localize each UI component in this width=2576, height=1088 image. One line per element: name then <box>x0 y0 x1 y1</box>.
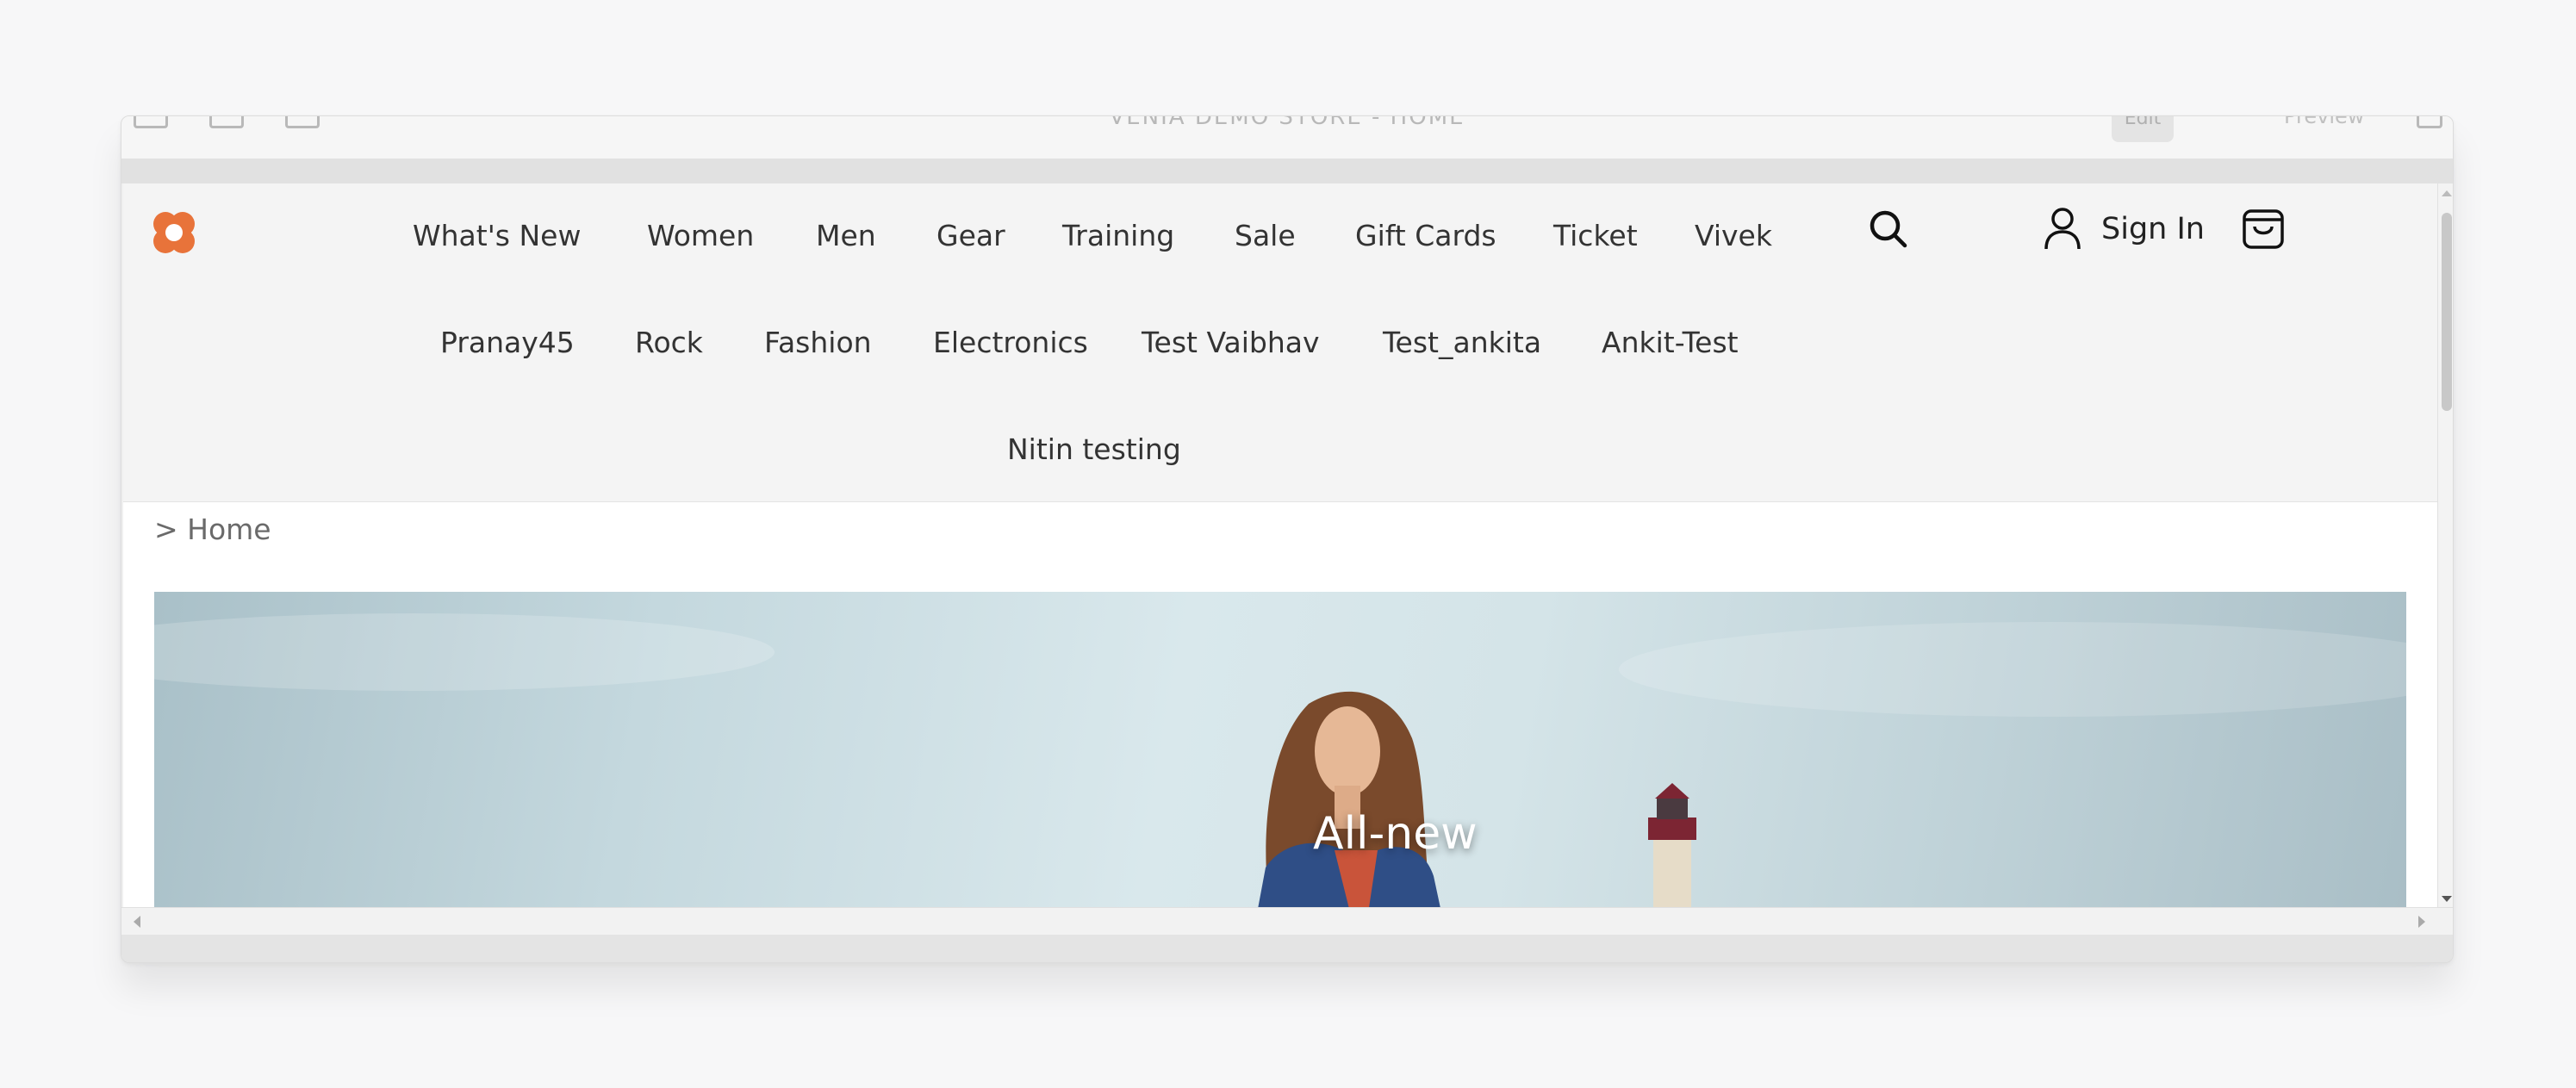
hero-banner[interactable]: All-new <box>154 592 2406 907</box>
store-logo-icon[interactable] <box>151 209 197 256</box>
vertical-scrollbar[interactable] <box>2437 183 2453 907</box>
settings-icon[interactable] <box>2417 116 2442 128</box>
edit-button[interactable]: Edit <box>2112 116 2174 142</box>
breadcrumb[interactable]: > Home <box>154 515 271 544</box>
preview-button[interactable]: Preview <box>2284 116 2364 128</box>
page-title: VENIA DEMO STORE - HOME <box>1109 115 1465 130</box>
scroll-down-icon[interactable] <box>2442 896 2452 902</box>
editor-toolbar: VENIA DEMO STORE - HOME Edit Preview <box>121 116 2453 159</box>
nav-item-sale[interactable]: Sale <box>1235 221 1296 250</box>
search-icon[interactable] <box>1867 208 1910 251</box>
nav-item-test-ankita[interactable]: Test_ankita <box>1383 328 1541 357</box>
nav-item-men[interactable]: Men <box>816 221 876 250</box>
nav-item-test-vaibhav[interactable]: Test Vaibhav <box>1142 328 1320 357</box>
bottom-panel <box>121 935 2453 962</box>
nav-item-women[interactable]: Women <box>647 221 754 250</box>
nav-item-gift-cards[interactable]: Gift Cards <box>1355 221 1496 250</box>
nav-item-fashion[interactable]: Fashion <box>764 328 872 357</box>
nav-item-gear[interactable]: Gear <box>936 221 1005 250</box>
nav-item-electronics[interactable]: Electronics <box>933 328 1088 357</box>
hero-title: All-new <box>1313 808 1478 860</box>
toolbar-separator <box>121 159 2453 183</box>
nav-item-whats-new[interactable]: What's New <box>413 221 581 250</box>
page-preview: What's New Women Men Gear Training Sale … <box>123 183 2437 907</box>
scroll-up-icon[interactable] <box>2442 190 2452 196</box>
nav-item-ticket[interactable]: Ticket <box>1553 221 1638 250</box>
nav-item-ankit-test[interactable]: Ankit-Test <box>1602 328 1739 357</box>
shopping-bag-icon[interactable] <box>2241 202 2286 251</box>
scroll-left-icon[interactable] <box>134 916 140 928</box>
nav-item-training[interactable]: Training <box>1062 221 1174 250</box>
nav-item-vivek[interactable]: Vivek <box>1695 221 1772 250</box>
scroll-right-icon[interactable] <box>2418 916 2425 928</box>
nav-item-rock[interactable]: Rock <box>635 328 703 357</box>
user-icon[interactable] <box>2043 206 2082 251</box>
horizontal-scrollbar[interactable] <box>121 907 2453 935</box>
vertical-scroll-thumb[interactable] <box>2442 213 2452 411</box>
browser-window: VENIA DEMO STORE - HOME Edit Preview Wha… <box>121 115 2454 963</box>
hero-image <box>154 613 2406 907</box>
nav-item-nitin-testing[interactable]: Nitin testing <box>1007 435 1181 463</box>
site-header: What's New Women Men Gear Training Sale … <box>123 183 2437 502</box>
sign-in-link[interactable]: Sign In <box>2101 214 2205 245</box>
nav-item-pranay45[interactable]: Pranay45 <box>440 328 575 357</box>
